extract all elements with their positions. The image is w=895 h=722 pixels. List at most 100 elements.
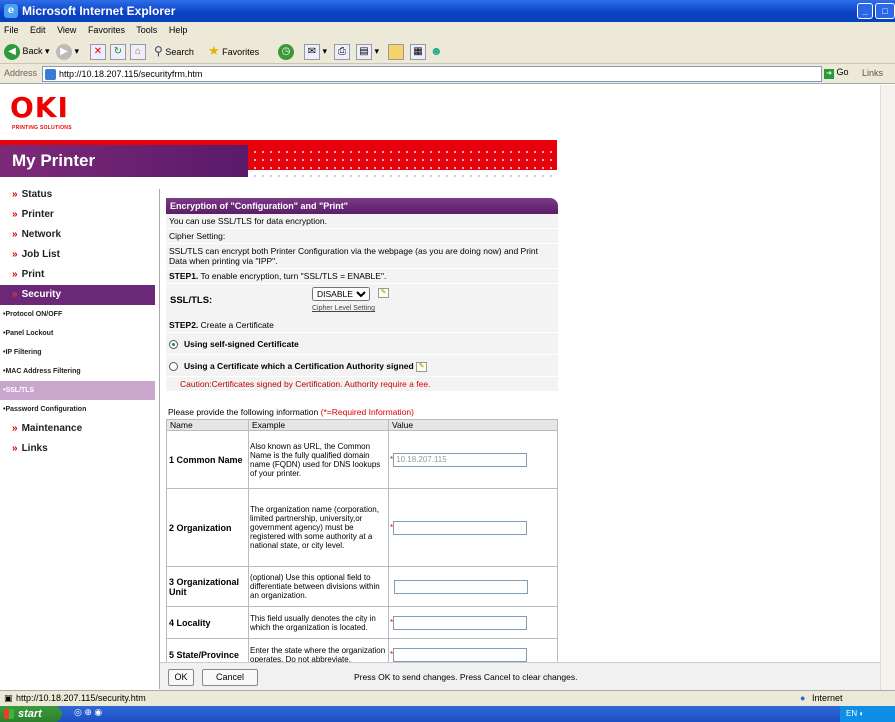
section-header: Encryption of "Configuration" and "Print…	[166, 198, 558, 214]
quick-launch-icon[interactable]: ◎ ⊕ ◉	[74, 707, 102, 718]
caution-text: Caution:Certificates signed by Certifica…	[166, 377, 558, 392]
menu-favorites[interactable]: Favorites	[88, 25, 125, 35]
menu-view[interactable]: View	[57, 25, 76, 35]
subnav-ssl-tls[interactable]: •SSL/TLS	[0, 381, 155, 400]
vertical-scrollbar[interactable]	[880, 85, 895, 690]
subnav-protocol[interactable]: •Protocol ON/OFF	[0, 305, 155, 324]
page-icon: ▣	[4, 693, 13, 703]
mail-icon: ✉	[304, 43, 320, 60]
links-button[interactable]: Links	[862, 68, 883, 78]
organization-input[interactable]	[393, 520, 528, 535]
nav-job-list[interactable]: » Job List	[0, 245, 155, 265]
action-bar: OK Cancel Press OK to send changes. Pres…	[160, 662, 880, 690]
dot-pattern	[248, 145, 557, 177]
back-button[interactable]: ◀ Back ▾	[4, 42, 50, 60]
row-name: 4 Locality	[166, 606, 249, 639]
folder-icon	[388, 43, 404, 60]
chevron-icon: »	[12, 289, 18, 300]
go-button[interactable]: ➜ Go	[824, 67, 849, 79]
print-button[interactable]: ⎙	[334, 42, 350, 60]
home-icon: ⌂	[130, 43, 146, 60]
favorites-button[interactable]: ★ Favorites	[208, 42, 259, 60]
row-example: This field usually denotes the city in w…	[248, 606, 389, 639]
table-row: 2 Organization The organization name (co…	[166, 488, 558, 567]
ssl-label: SSL/TLS:	[170, 295, 213, 306]
history-icon: ◷	[278, 43, 294, 60]
refresh-button[interactable]: ↻	[110, 42, 126, 60]
help-note-icon[interactable]: ✎	[416, 361, 428, 372]
state-input[interactable]	[393, 647, 528, 662]
cipher-setting-text: Cipher Setting:	[166, 229, 558, 244]
sidebar: » Status » Printer » Network » Job List » Pri…	[0, 185, 155, 459]
nav-maintenance[interactable]: » Maintenance	[0, 419, 155, 439]
row-name: 2 Organization	[166, 488, 249, 567]
folder-button[interactable]	[388, 42, 404, 60]
search-button[interactable]: ⚲ Search	[154, 42, 194, 60]
nav-print[interactable]: » Print	[0, 265, 155, 285]
nav-links[interactable]: » Links	[0, 439, 155, 459]
subnav-password[interactable]: •Password Configuration	[0, 400, 155, 419]
page-icon	[45, 69, 56, 80]
chevron-icon: »	[12, 249, 18, 260]
messenger-icon: ☻	[430, 44, 443, 58]
menu-help[interactable]: Help	[169, 25, 188, 35]
refresh-icon: ↻	[110, 43, 126, 60]
ssl-setting-row: SSL/TLS: DISABLE ✎ Cipher Level Setting	[166, 284, 558, 318]
ssl-description: SSL/TLS can encrypt both Printer Configu…	[166, 244, 558, 269]
minimize-icon[interactable]: _	[857, 3, 873, 19]
forward-button[interactable]: ▶ ▾	[56, 42, 79, 60]
page-viewport: OKI PRINTING SOLUTIONS My Printer » Statu…	[0, 85, 880, 690]
option-self-signed[interactable]: Using self-signed Certificate	[166, 333, 558, 355]
menu-edit[interactable]: Edit	[30, 25, 46, 35]
row-value: *	[388, 488, 558, 567]
ok-button[interactable]: OK	[168, 669, 194, 686]
row-name: 1 Common Name	[166, 430, 249, 489]
nav-network[interactable]: » Network	[0, 225, 155, 245]
mail-button[interactable]: ✉ ▾	[304, 42, 327, 60]
row-value	[388, 566, 558, 607]
maximize-icon[interactable]: □	[875, 3, 895, 19]
menu-file[interactable]: File	[4, 25, 19, 35]
chevron-icon: »	[12, 443, 18, 454]
forward-arrow-icon: ▶	[56, 43, 72, 60]
nav-printer[interactable]: » Printer	[0, 205, 155, 225]
row-example: The organization name (corporation, limi…	[248, 488, 389, 567]
stop-icon: ✕	[90, 43, 106, 60]
messenger-button[interactable]: ☻	[430, 42, 443, 60]
start-button[interactable]: start	[0, 706, 62, 722]
address-input[interactable]: http://10.18.207.115/securityfrm.htm	[42, 66, 822, 82]
subnav-ip-filtering[interactable]: •IP Filtering	[0, 343, 155, 362]
ssl-select[interactable]: DISABLE	[312, 287, 370, 301]
subnav-panel-lockout[interactable]: •Panel Lockout	[0, 324, 155, 343]
cancel-button[interactable]: Cancel	[202, 669, 258, 686]
spacer	[166, 392, 558, 406]
address-label: Address	[4, 68, 38, 78]
col-example: Example	[248, 419, 389, 431]
back-arrow-icon: ◀	[4, 43, 20, 60]
locality-input[interactable]	[393, 615, 528, 630]
home-button[interactable]: ⌂	[130, 42, 146, 60]
help-note-icon[interactable]: ✎	[378, 288, 389, 298]
stop-button[interactable]: ✕	[90, 42, 106, 60]
chevron-icon: »	[12, 269, 18, 280]
edit-button[interactable]: ▤ ▾	[356, 42, 379, 60]
taskbar: start ◎ ⊕ ◉ EN ◐	[0, 706, 895, 722]
table-row: 3 Organizational Unit (optional) Use thi…	[166, 566, 558, 607]
radio-ca-signed[interactable]	[169, 362, 178, 372]
go-arrow-icon: ➜	[824, 69, 834, 79]
research-button[interactable]: ▦	[410, 42, 426, 60]
divider	[159, 189, 160, 689]
intro-text: You can use SSL/TLS for data encryption.	[166, 214, 558, 229]
radio-self-signed[interactable]	[169, 340, 178, 350]
chevron-icon: »	[12, 209, 18, 220]
nav-status[interactable]: » Status	[0, 185, 155, 205]
menu-tools[interactable]: Tools	[136, 25, 157, 35]
nav-security[interactable]: » Security	[0, 285, 155, 305]
system-tray: EN ◐	[840, 706, 895, 722]
subnav-mac-filtering[interactable]: •MAC Address Filtering	[0, 362, 155, 381]
common-name-input[interactable]: 10.18.207.115	[393, 452, 528, 467]
history-button[interactable]: ◷	[278, 42, 294, 60]
option-ca-signed[interactable]: Using a Certificate which a Certificatio…	[166, 355, 558, 377]
cipher-level-link[interactable]: Cipher Level Setting	[312, 305, 375, 312]
org-unit-input[interactable]	[394, 579, 528, 594]
